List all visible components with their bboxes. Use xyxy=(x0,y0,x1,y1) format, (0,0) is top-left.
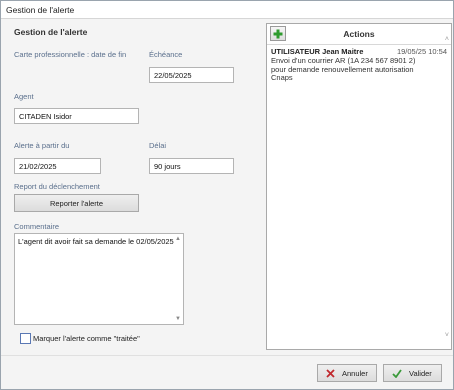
alerte-label: Alerte à partir du xyxy=(14,141,70,150)
treated-checkbox[interactable] xyxy=(20,333,31,344)
cancel-button[interactable]: Annuler xyxy=(317,364,377,382)
close-icon xyxy=(326,368,335,378)
validate-label: Valider xyxy=(409,368,432,378)
commentaire-scrollbar[interactable]: ▲ ▼ xyxy=(174,235,182,323)
validate-button[interactable]: Valider xyxy=(383,364,442,382)
report-label: Report du déclenchement xyxy=(14,182,100,191)
reporter-alerte-button[interactable]: Reporter l'alerte xyxy=(14,194,139,212)
panel-scroll-down-icon[interactable]: ˅ xyxy=(445,332,449,339)
commentaire-text: L'agent dit avoir fait sa demande le 02/… xyxy=(18,237,174,246)
actions-panel: Actions UTILISATEUR Jean Maitre 19/05/25… xyxy=(266,23,452,350)
window-title: Gestion de l'alerte xyxy=(6,5,75,15)
treated-label: Marquer l'alerte comme "traitée" xyxy=(33,334,140,343)
commentaire-textarea[interactable]: L'agent dit avoir fait sa demande le 02/… xyxy=(14,233,184,325)
alerte-date-field[interactable]: 21/02/2025 xyxy=(14,158,101,174)
echeance-field[interactable]: 22/05/2025 xyxy=(149,67,234,83)
section-title: Gestion de l'alerte xyxy=(14,27,88,37)
action-datetime: 19/05/25 10:54 xyxy=(396,47,447,56)
action-entry[interactable]: UTILISATEUR Jean Maitre 19/05/25 10:54 E… xyxy=(271,47,447,83)
delai-label: Délai xyxy=(149,141,167,150)
agent-label: Agent xyxy=(14,92,34,101)
check-icon xyxy=(392,368,402,378)
actions-header: Actions xyxy=(267,24,451,45)
delai-field[interactable]: 90 jours xyxy=(149,158,234,174)
scroll-up-icon[interactable]: ▲ xyxy=(175,236,181,242)
carte-label: Carte professionnelle : date de fin xyxy=(14,50,127,59)
scroll-down-icon[interactable]: ▼ xyxy=(175,316,181,322)
footer-divider xyxy=(1,355,453,356)
actions-title: Actions xyxy=(343,29,375,39)
action-description: Envoi d'un courrier AR (1A 234 567 8901 … xyxy=(271,56,416,82)
commentaire-label: Commentaire xyxy=(14,222,60,231)
title-bar: Gestion de l'alerte xyxy=(1,1,453,19)
agent-field[interactable]: CITADEN Isidor xyxy=(14,108,139,124)
echeance-label: Échéance xyxy=(149,50,183,59)
alert-dialog: Gestion de l'alerte Gestion de l'alerte … xyxy=(0,0,454,390)
cancel-label: Annuler xyxy=(342,368,368,378)
panel-scroll-up-icon[interactable]: ˄ xyxy=(445,36,449,43)
